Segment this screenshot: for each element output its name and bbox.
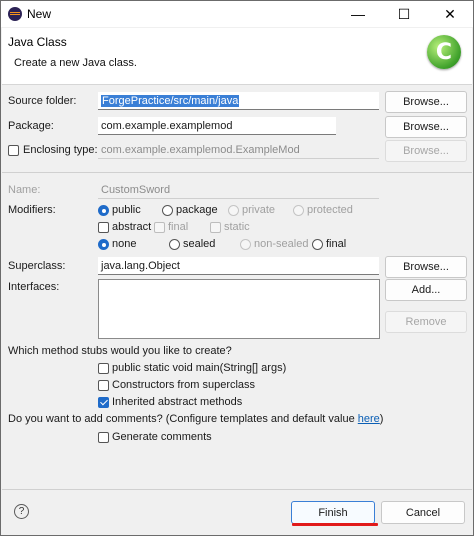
finish-highlight-underline — [292, 523, 378, 526]
minimize-button[interactable]: — — [335, 1, 381, 27]
generate-comments-label: Generate comments — [112, 431, 212, 443]
public-label: public — [112, 204, 141, 216]
name-input[interactable]: CustomSword — [98, 181, 379, 199]
interfaces-list[interactable] — [98, 279, 380, 339]
minimize-icon: — — [351, 6, 365, 22]
enclosing-type-checkbox[interactable] — [8, 145, 19, 156]
java-class-icon: C — [427, 35, 461, 69]
static-label: static — [224, 221, 250, 233]
maximize-icon: ☐ — [397, 5, 411, 22]
interfaces-label: Interfaces: — [8, 281, 60, 293]
separator — [2, 172, 472, 173]
inherited-abstract-label: Inherited abstract methods — [112, 396, 243, 408]
name-label: Name: — [8, 184, 41, 196]
eclipse-icon — [8, 7, 22, 21]
constructors-label: Constructors from superclass — [112, 379, 256, 391]
static-checkbox[interactable] — [210, 222, 221, 233]
enclosing-type-input[interactable]: com.example.examplemod.ExampleMod — [98, 141, 379, 159]
close-icon: ✕ — [444, 5, 456, 22]
help-icon[interactable]: ? — [14, 504, 29, 519]
constructors-checkbox[interactable] — [98, 380, 109, 391]
none-label: none — [112, 238, 137, 250]
maximize-button[interactable]: ☐ — [381, 1, 427, 27]
close-button[interactable]: ✕ — [427, 1, 473, 27]
non-sealed-label: non-sealed — [254, 238, 309, 250]
title-bar: New — ☐ ✕ — [1, 1, 473, 27]
package-input[interactable]: com.example.examplemod — [98, 117, 336, 135]
final-checkbox[interactable] — [154, 222, 165, 233]
finish-button[interactable]: Finish — [291, 501, 375, 524]
final-label: final — [168, 221, 189, 233]
inherited-abstract-checkbox[interactable] — [98, 397, 109, 408]
enclosing-type-label: Enclosing type: — [23, 144, 98, 156]
method-stubs-question: Which method stubs would you like to cre… — [8, 345, 232, 357]
modifiers-label: Modifiers: — [8, 204, 56, 216]
page-title: Java Class — [8, 35, 67, 49]
wizard-header: Java Class Create a new Java class. C — [2, 28, 472, 85]
new-java-class-dialog: New — ☐ ✕ Java Class Create a new Java c… — [0, 0, 474, 536]
abstract-checkbox[interactable] — [98, 222, 109, 233]
enclosing-type-browse-button[interactable]: Browse... — [385, 140, 467, 162]
generate-comments-checkbox[interactable] — [98, 432, 109, 443]
abstract-label: abstract — [112, 221, 152, 233]
final-inherit-radio[interactable] — [312, 239, 323, 250]
page-description: Create a new Java class. — [14, 57, 137, 69]
remove-interface-button[interactable]: Remove — [385, 311, 467, 333]
source-folder-value: ForgePractice/src/main/java — [101, 95, 240, 107]
sealed-label: sealed — [183, 238, 216, 250]
package-label: Package: — [8, 120, 54, 132]
public-radio[interactable] — [98, 205, 109, 216]
source-folder-browse-button[interactable]: Browse... — [385, 91, 467, 113]
protected-radio[interactable] — [293, 205, 304, 216]
superclass-input[interactable]: java.lang.Object — [98, 257, 379, 275]
comments-question: Do you want to add comments? (Configure … — [8, 413, 384, 425]
configure-templates-link[interactable]: here — [358, 413, 380, 425]
private-label: private — [242, 204, 276, 216]
add-interface-button[interactable]: Add... — [385, 279, 467, 301]
sealed-radio[interactable] — [169, 239, 180, 250]
source-folder-input[interactable]: ForgePractice/src/main/java — [98, 92, 379, 110]
cancel-button[interactable]: Cancel — [381, 501, 465, 524]
source-folder-label: Source folder: — [8, 95, 77, 107]
window-title: New — [27, 7, 52, 21]
main-method-checkbox[interactable] — [98, 363, 109, 374]
package-browse-button[interactable]: Browse... — [385, 116, 467, 138]
superclass-browse-button[interactable]: Browse... — [385, 256, 467, 278]
package-radio[interactable] — [162, 205, 173, 216]
main-method-label: public static void main(String[] args) — [112, 362, 287, 374]
none-radio[interactable] — [98, 239, 109, 250]
protected-label: protected — [307, 204, 353, 216]
package-modifier-label: package — [176, 204, 218, 216]
final-inherit-label: final — [326, 238, 347, 250]
private-radio[interactable] — [228, 205, 239, 216]
non-sealed-radio[interactable] — [240, 239, 251, 250]
superclass-label: Superclass: — [8, 260, 66, 272]
